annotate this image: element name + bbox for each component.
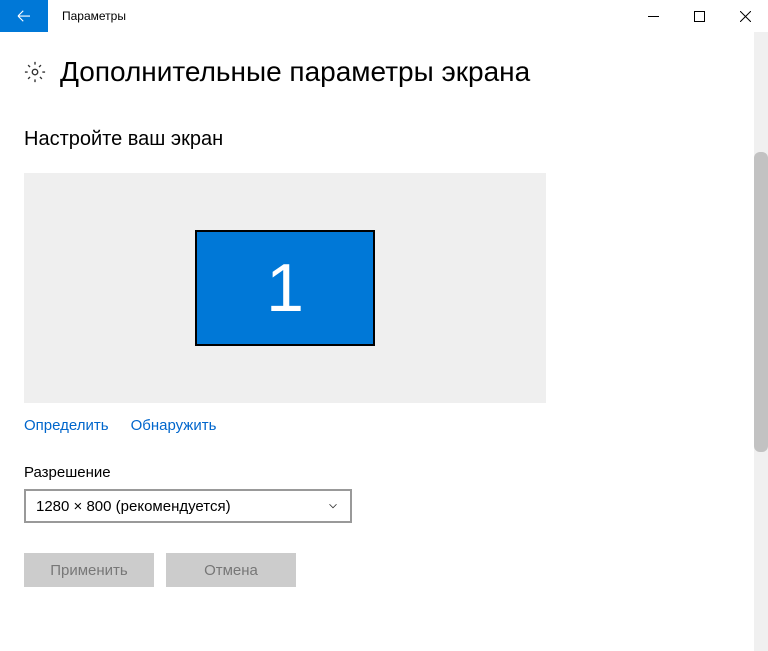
maximize-icon xyxy=(694,11,705,22)
back-button[interactable] xyxy=(0,0,48,32)
resolution-select[interactable]: 1280 × 800 (рекомендуется) xyxy=(24,489,352,523)
arrow-left-icon xyxy=(15,7,33,25)
close-icon xyxy=(740,11,751,22)
cancel-button[interactable]: Отмена xyxy=(166,553,296,587)
resolution-value: 1280 × 800 (рекомендуется) xyxy=(36,498,231,515)
page-header: Дополнительные параметры экрана xyxy=(24,56,744,88)
minimize-button[interactable] xyxy=(630,0,676,32)
apply-button[interactable]: Применить xyxy=(24,553,154,587)
close-button[interactable] xyxy=(722,0,768,32)
monitor-tile-1[interactable]: 1 xyxy=(195,230,375,346)
display-arrangement-area[interactable]: 1 xyxy=(24,173,546,403)
identify-link[interactable]: Определить xyxy=(24,417,109,434)
content-area: Дополнительные параметры экрана Настройт… xyxy=(0,32,768,587)
page-title: Дополнительные параметры экрана xyxy=(60,56,530,88)
scrollbar-thumb[interactable] xyxy=(754,152,768,452)
chevron-down-icon xyxy=(326,499,340,513)
window-controls xyxy=(630,0,768,32)
titlebar: Параметры xyxy=(0,0,768,32)
scrollbar-track[interactable] xyxy=(754,32,768,651)
display-links: Определить Обнаружить xyxy=(24,417,744,434)
resolution-label: Разрешение xyxy=(24,464,744,481)
detect-link[interactable]: Обнаружить xyxy=(131,417,217,434)
monitor-label: 1 xyxy=(266,249,304,327)
button-row: Применить Отмена xyxy=(24,553,744,587)
gear-icon xyxy=(24,61,46,83)
section-title: Настройте ваш экран xyxy=(24,128,744,151)
maximize-button[interactable] xyxy=(676,0,722,32)
window-title: Параметры xyxy=(62,9,126,23)
minimize-icon xyxy=(648,11,659,22)
